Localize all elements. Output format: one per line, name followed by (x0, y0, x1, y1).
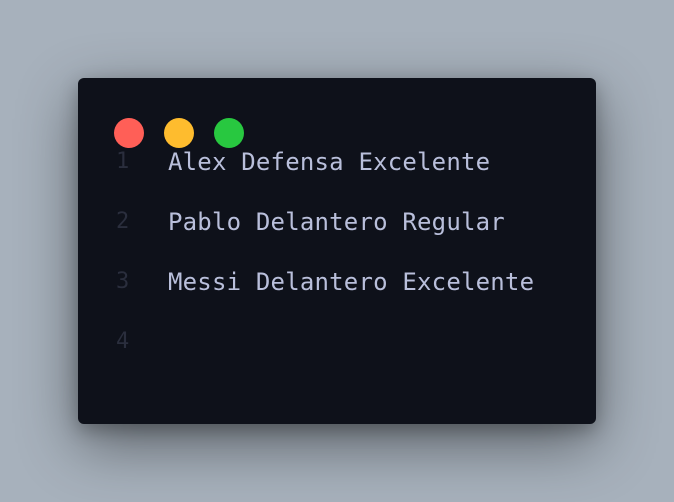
line-number: 2 (116, 209, 130, 234)
code-window: 1 Alex Defensa Excelente 2 Pablo Delante… (78, 78, 596, 424)
line-text: Messi Delantero Excelente (168, 268, 535, 296)
line-number: 1 (116, 149, 130, 174)
code-line: 4 (78, 312, 596, 372)
line-number: 3 (116, 269, 130, 294)
code-line: 1 Alex Defensa Excelente (78, 132, 596, 192)
code-line: 3 Messi Delantero Excelente (78, 252, 596, 312)
code-line: 2 Pablo Delantero Regular (78, 192, 596, 252)
line-number: 4 (116, 329, 130, 354)
line-text: Pablo Delantero Regular (168, 208, 505, 236)
code-editor[interactable]: 1 Alex Defensa Excelente 2 Pablo Delante… (78, 148, 596, 372)
line-text: Alex Defensa Excelente (168, 148, 491, 176)
